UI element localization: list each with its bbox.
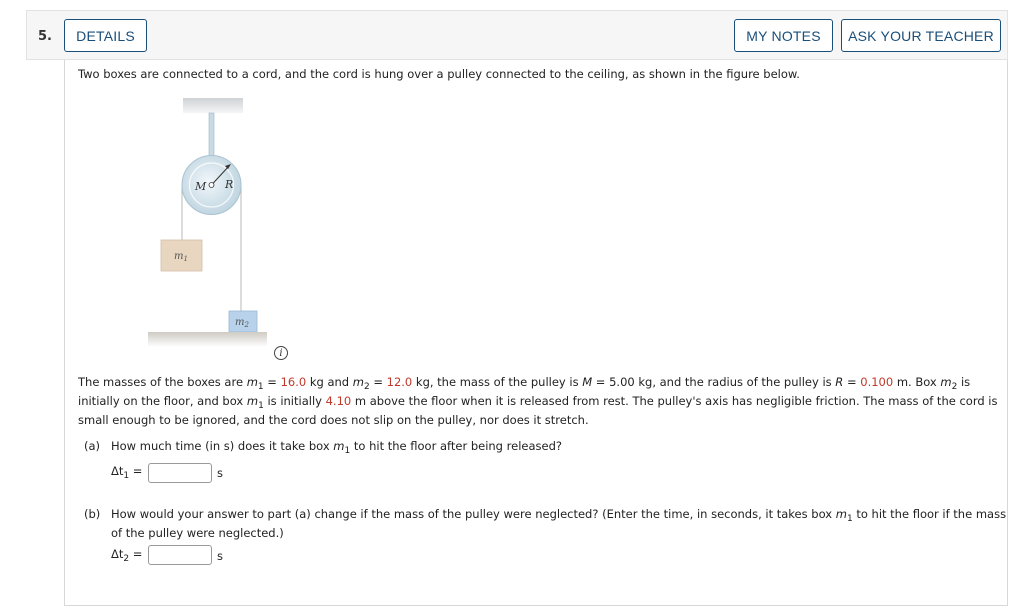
ceiling xyxy=(183,98,243,113)
part-a-answer-label: Δt1 = xyxy=(111,464,143,481)
pulley-radius-label: R xyxy=(224,178,233,191)
question-number: 5. xyxy=(38,29,52,44)
part-b-question-line-2: of the pulley were neglected.) xyxy=(111,526,284,540)
part-a-unit: s xyxy=(217,466,223,480)
pulley-axle xyxy=(208,182,215,188)
part-b-answer-label: Δt2 = xyxy=(111,547,143,564)
part-a-question: How much time (in s) does it take box m1… xyxy=(111,439,562,456)
problem-line-1: The masses of the boxes are m1 = 16.0 kg… xyxy=(78,375,971,392)
my-notes-button[interactable]: MY NOTES xyxy=(734,19,833,52)
details-button[interactable]: DETAILS xyxy=(64,19,147,52)
info-icon[interactable]: i xyxy=(274,346,288,360)
part-b-answer-input[interactable] xyxy=(148,545,212,565)
intro-text: Two boxes are connected to a cord, and t… xyxy=(78,67,800,81)
problem-line-2: initially on the floor, and box m1 is in… xyxy=(78,394,998,411)
ask-your-teacher-button[interactable]: ASK YOUR TEACHER xyxy=(841,19,1001,52)
pulley-mass-label: M xyxy=(194,180,207,193)
floor xyxy=(148,332,267,347)
pulley-figure: M R m1 m2 xyxy=(148,98,267,347)
part-b-question-line-1: How would your answer to part (a) change… xyxy=(111,507,1007,524)
part-b-unit: s xyxy=(217,549,223,563)
part-a-label: (a) xyxy=(84,439,101,453)
problem-line-3: small enough to be ignored, and the cord… xyxy=(78,413,589,427)
part-b-label: (b) xyxy=(84,507,101,521)
part-a-answer-input[interactable] xyxy=(148,463,212,483)
